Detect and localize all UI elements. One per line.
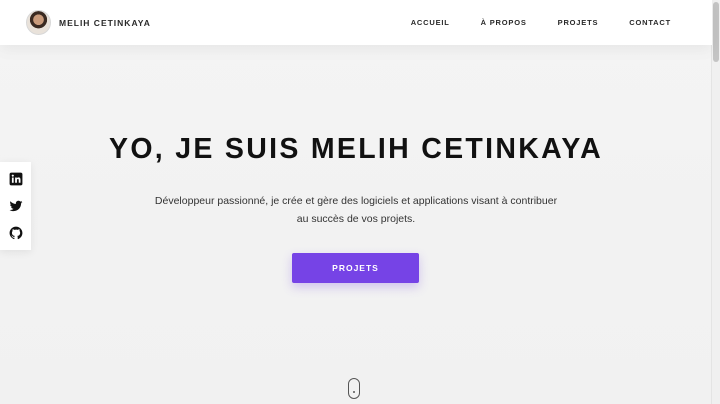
hero-description-line-2: au succès de vos projets. <box>296 213 416 225</box>
nav-item-accueil[interactable]: ACCUEIL <box>411 18 450 27</box>
scroll-mouse-icon[interactable] <box>348 378 360 399</box>
twitter-icon[interactable] <box>9 199 23 213</box>
github-icon[interactable] <box>9 226 23 240</box>
projects-button[interactable]: PROJETS <box>292 253 419 283</box>
hero-description: Développeur passionné, je crée et gère d… <box>146 192 566 228</box>
avatar <box>26 10 51 35</box>
scroll-dot <box>353 391 355 393</box>
brand-link[interactable]: MELIH CETINKAYA <box>26 10 151 35</box>
hero-description-line-1: Développeur passionné, je crée et gère d… <box>154 195 558 207</box>
nav-item-projets[interactable]: PROJETS <box>558 18 599 27</box>
main-nav: ACCUEIL À PROPOS PROJETS CONTACT <box>380 0 671 45</box>
hero-title: YO, JE SUIS MELIH CETINKAYA <box>109 133 603 165</box>
page: MELIH CETINKAYA ACCUEIL À PROPOS PROJETS… <box>0 0 720 404</box>
linkedin-icon[interactable] <box>9 172 23 186</box>
site-header: MELIH CETINKAYA ACCUEIL À PROPOS PROJETS… <box>0 0 712 45</box>
scrollbar-thumb[interactable] <box>713 2 719 62</box>
social-links <box>0 162 31 250</box>
nav-item-a-propos[interactable]: À PROPOS <box>481 18 527 27</box>
nav-item-contact[interactable]: CONTACT <box>629 18 671 27</box>
brand-name: MELIH CETINKAYA <box>59 17 151 28</box>
page-scrollbar[interactable] <box>711 0 720 404</box>
